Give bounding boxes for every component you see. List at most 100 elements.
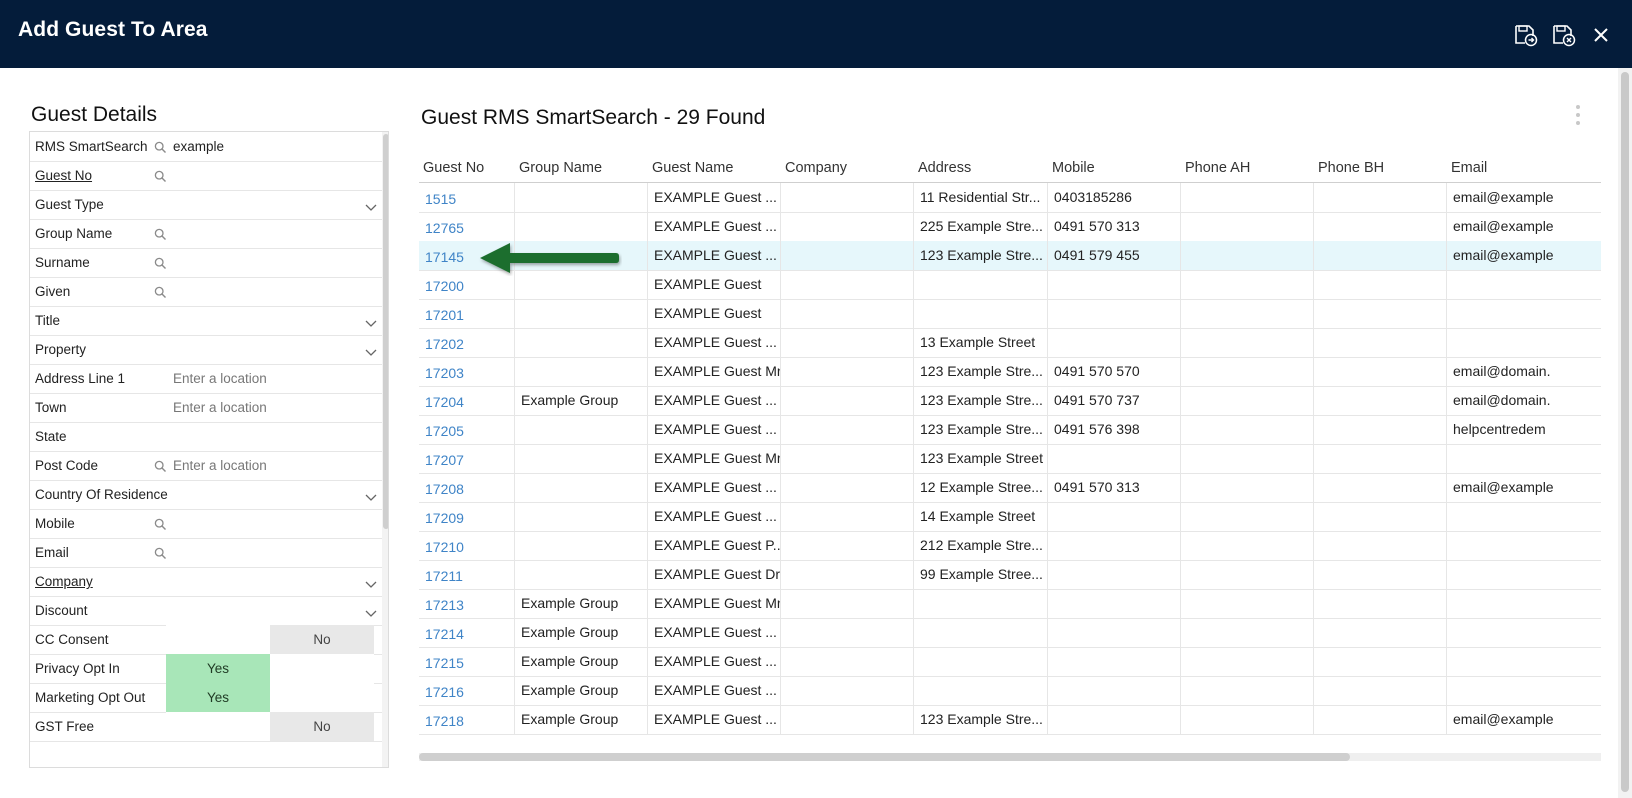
chevron-down-icon[interactable]: [365, 345, 377, 356]
table-row[interactable]: 17214 Example Group EXAMPLE Guest ...: [419, 618, 1601, 648]
table-row[interactable]: 17211 EXAMPLE Guest Dr 99 Example Stree...: [419, 560, 1601, 590]
field-guest-type[interactable]: Guest Type: [30, 190, 382, 220]
close-button[interactable]: [1587, 21, 1615, 49]
field-discount[interactable]: Discount: [30, 596, 382, 626]
search-icon: [154, 257, 167, 270]
table-row[interactable]: 17209 EXAMPLE Guest ... 14 Example Street: [419, 502, 1601, 532]
table-row[interactable]: 17215 Example Group EXAMPLE Guest ...: [419, 647, 1601, 677]
toggle-yes[interactable]: Yes: [166, 654, 270, 683]
guest-no-link[interactable]: 17201: [419, 299, 515, 328]
guest-no-link[interactable]: 17216: [419, 676, 515, 705]
guest-no-link[interactable]: 1515: [419, 183, 515, 212]
field-property[interactable]: Property: [30, 335, 382, 365]
column-header[interactable]: Mobile: [1052, 160, 1095, 176]
table-cell: [515, 357, 648, 386]
column-header[interactable]: Address: [918, 160, 971, 176]
field-town[interactable]: Town Enter a location: [30, 393, 382, 423]
toggle-yes[interactable]: Yes: [166, 683, 270, 712]
table-cell: 13 Example Street: [914, 328, 1048, 357]
column-header[interactable]: Guest Name: [652, 160, 733, 176]
column-header[interactable]: Guest No: [423, 160, 484, 176]
column-header[interactable]: Company: [785, 160, 847, 176]
field-rms-smartsearch[interactable]: RMS SmartSearch example: [30, 132, 382, 162]
column-header[interactable]: Email: [1451, 160, 1487, 176]
table-row[interactable]: 17207 EXAMPLE Guest Mr 123 Example Street: [419, 444, 1601, 474]
post-code-placeholder[interactable]: Enter a location: [173, 458, 267, 473]
table-row[interactable]: 17208 EXAMPLE Guest ... 12 Example Stree..…: [419, 473, 1601, 503]
table-row[interactable]: 12765 EXAMPLE Guest ... 225 Example Stre..…: [419, 212, 1601, 242]
column-header[interactable]: Group Name: [519, 160, 602, 176]
guest-no-link[interactable]: 17218: [419, 705, 515, 734]
guest-no-link[interactable]: 17211: [419, 560, 515, 589]
field-label[interactable]: Company: [35, 574, 93, 589]
chevron-down-icon[interactable]: [365, 606, 377, 617]
guest-no-link[interactable]: 12765: [419, 212, 515, 241]
toggle-yes[interactable]: [166, 712, 270, 741]
chevron-down-icon[interactable]: [365, 490, 377, 501]
field-address-line-1[interactable]: Address Line 1 Enter a location: [30, 364, 382, 394]
table-row[interactable]: 1515 EXAMPLE Guest ... 11 Residential Str.…: [419, 183, 1601, 213]
guest-no-link[interactable]: 17214: [419, 618, 515, 647]
toggle-no[interactable]: [270, 654, 374, 683]
table-row[interactable]: 17204 Example Group EXAMPLE Guest ... 123 E…: [419, 386, 1601, 416]
more-options-icon[interactable]: [1572, 103, 1584, 127]
column-header[interactable]: Phone BH: [1318, 160, 1384, 176]
field-group-name[interactable]: Group Name: [30, 219, 382, 249]
table-row[interactable]: 17205 EXAMPLE Guest ... 123 Example Stre..…: [419, 415, 1601, 445]
guest-no-link[interactable]: 17207: [419, 444, 515, 473]
field-label: Marketing Opt Out: [35, 690, 146, 705]
field-privacy-opt-in[interactable]: Privacy Opt In Yes: [30, 654, 382, 684]
guest-no-link[interactable]: 17208: [419, 473, 515, 502]
table-row[interactable]: 17216 Example Group EXAMPLE Guest ...: [419, 676, 1601, 706]
toggle-yes[interactable]: [166, 625, 270, 654]
table-cell: [515, 502, 648, 531]
field-email[interactable]: Email: [30, 538, 382, 568]
field-label[interactable]: Guest No: [35, 168, 92, 183]
address-line-1-placeholder[interactable]: Enter a location: [173, 371, 267, 386]
guest-no-link[interactable]: 17202: [419, 328, 515, 357]
guest-no-link[interactable]: 17209: [419, 502, 515, 531]
field-given[interactable]: Given: [30, 277, 382, 307]
column-header[interactable]: Phone AH: [1185, 160, 1250, 176]
guest-no-link[interactable]: 17213: [419, 589, 515, 618]
chevron-down-icon[interactable]: [365, 316, 377, 327]
field-guest-no[interactable]: Guest No: [30, 161, 382, 191]
table-row[interactable]: 17202 EXAMPLE Guest ... 13 Example Street: [419, 328, 1601, 358]
town-placeholder[interactable]: Enter a location: [173, 400, 267, 415]
grid-horizontal-scrollbar[interactable]: [419, 753, 1601, 761]
chevron-down-icon[interactable]: [365, 577, 377, 588]
table-row[interactable]: 17203 EXAMPLE Guest Mr 123 Example Stre...…: [419, 357, 1601, 387]
field-mobile[interactable]: Mobile: [30, 509, 382, 539]
field-marketing-opt-out[interactable]: Marketing Opt Out Yes: [30, 683, 382, 713]
save-and-add-button[interactable]: [1512, 21, 1540, 49]
save-and-exit-button[interactable]: [1550, 21, 1578, 49]
form-scrollbar[interactable]: [382, 132, 388, 767]
table-cell: [1181, 415, 1314, 444]
guest-no-link[interactable]: 17210: [419, 531, 515, 560]
table-row[interactable]: 17201 EXAMPLE Guest: [419, 299, 1601, 329]
field-cc-consent[interactable]: CC Consent No: [30, 625, 382, 655]
table-cell: [515, 531, 648, 560]
chevron-down-icon[interactable]: [365, 200, 377, 211]
field-company[interactable]: Company: [30, 567, 382, 597]
rms-smartsearch-input[interactable]: example: [173, 139, 224, 154]
toggle-no[interactable]: No: [270, 712, 374, 741]
field-gst-free[interactable]: GST Free No: [30, 712, 382, 742]
table-row[interactable]: 17218 Example Group EXAMPLE Guest ... 123 E…: [419, 705, 1601, 735]
table-cell: [1447, 676, 1601, 705]
window-scrollbar[interactable]: [1618, 68, 1632, 798]
field-post-code[interactable]: Post Code Enter a location: [30, 451, 382, 481]
field-country-of-residence[interactable]: Country Of Residence: [30, 480, 382, 510]
table-row[interactable]: 17210 EXAMPLE Guest P... 212 Example Stre.…: [419, 531, 1601, 561]
toggle-no[interactable]: [270, 683, 374, 712]
guest-no-link[interactable]: 17204: [419, 386, 515, 415]
field-state[interactable]: State: [30, 422, 382, 452]
guest-no-link[interactable]: 17203: [419, 357, 515, 386]
field-title[interactable]: Title: [30, 306, 382, 336]
guest-no-link[interactable]: 17205: [419, 415, 515, 444]
guest-no-link[interactable]: 17215: [419, 647, 515, 676]
table-row[interactable]: 17213 Example Group EXAMPLE Guest Mr: [419, 589, 1601, 619]
table-cell: [1181, 241, 1314, 270]
toggle-no[interactable]: No: [270, 625, 374, 654]
field-surname[interactable]: Surname: [30, 248, 382, 278]
